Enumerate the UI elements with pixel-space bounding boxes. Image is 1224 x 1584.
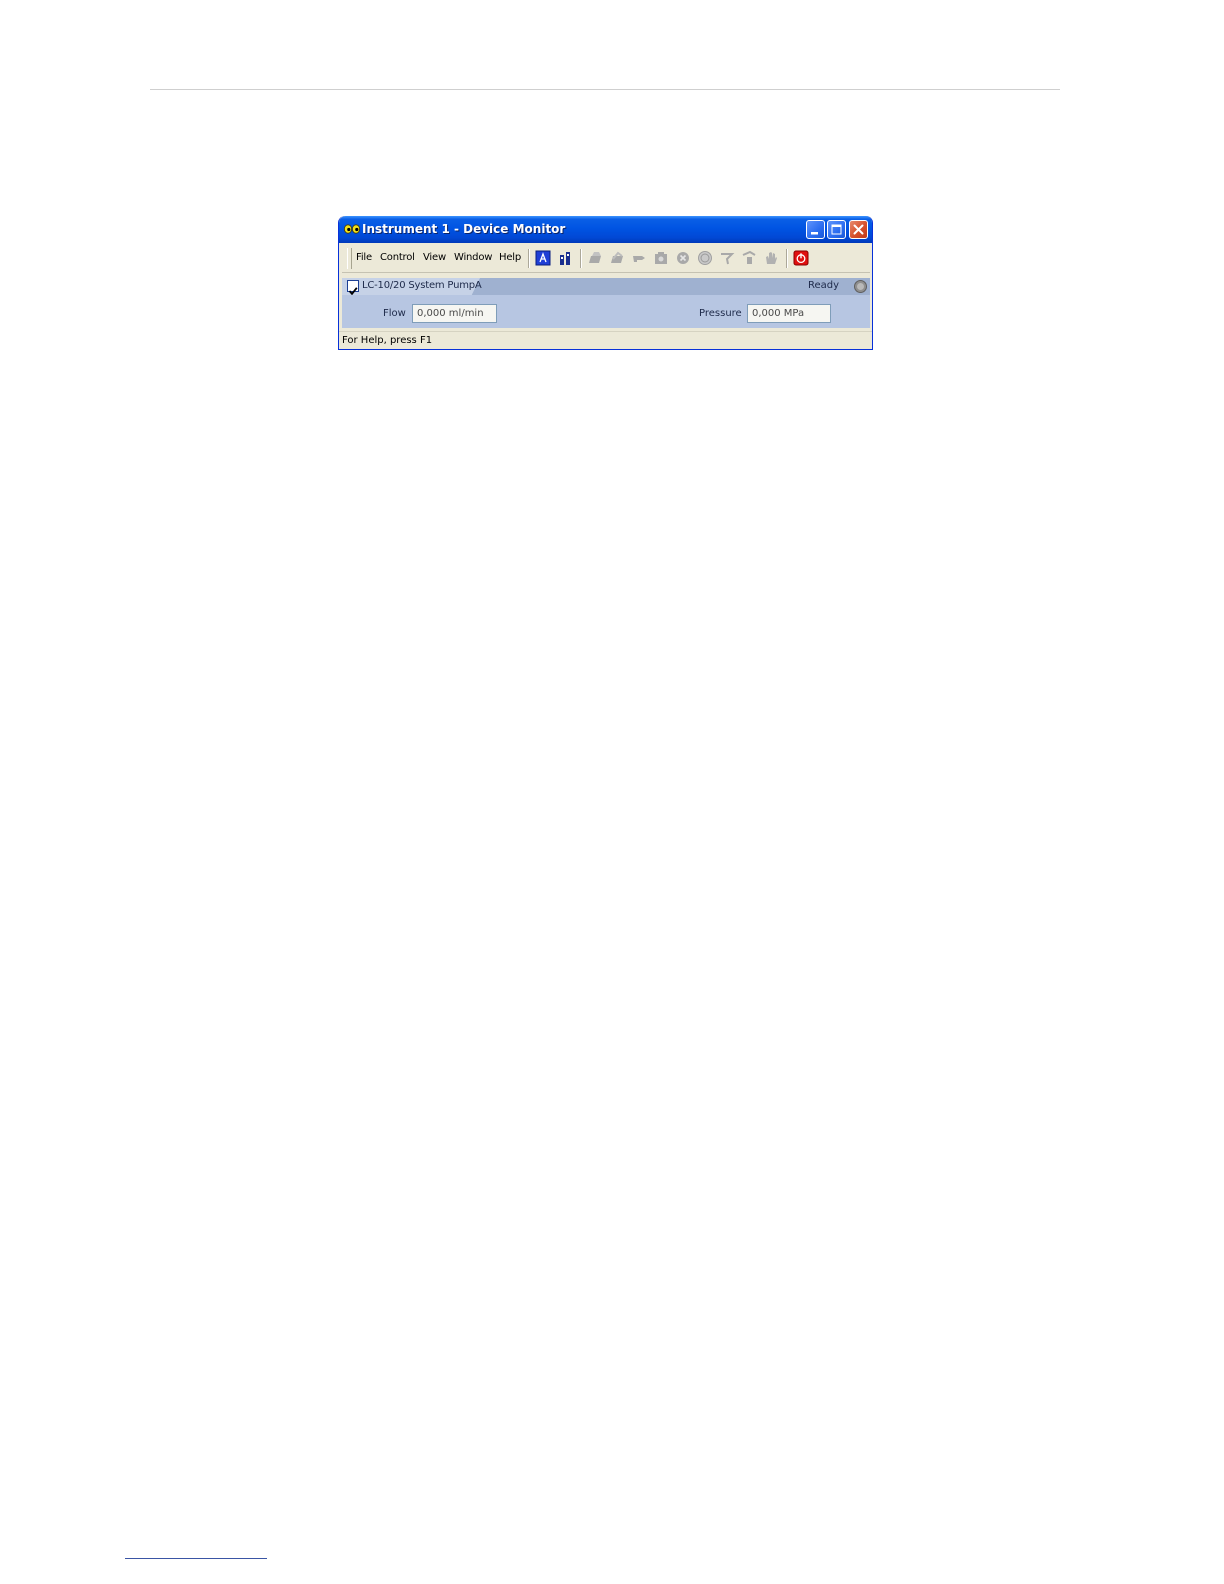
device-panel: Flow 0,000 ml/min Pressure 0,000 MPa <box>342 295 870 328</box>
status-led-icon <box>854 280 867 293</box>
standby-icon[interactable] <box>697 250 713 266</box>
app-eyes-icon <box>344 224 360 234</box>
power-icon[interactable] <box>793 250 809 266</box>
sampler-icon[interactable] <box>741 250 757 266</box>
status-bar: For Help, press F1 <box>339 331 872 349</box>
close-button[interactable] <box>849 220 868 239</box>
purge-icon[interactable] <box>719 250 735 266</box>
toolbar-separator <box>528 249 530 268</box>
menu-view[interactable]: View <box>423 252 446 263</box>
menu-help[interactable]: Help <box>499 252 521 263</box>
pointer-icon[interactable] <box>631 250 647 266</box>
window-title: Instrument 1 - Device Monitor <box>362 222 566 236</box>
pressure-field: 0,000 MPa <box>747 304 831 323</box>
menu-control[interactable]: Control <box>380 252 415 263</box>
flow-field: 0,000 ml/min <box>412 304 497 323</box>
close-icon <box>853 224 864 235</box>
toolbar-grip[interactable] <box>347 248 352 269</box>
menu-file[interactable]: File <box>356 252 372 263</box>
stop-icon[interactable] <box>675 250 691 266</box>
device-name: LC-10/20 System PumpA <box>362 280 482 291</box>
monitor-icon[interactable] <box>557 250 573 266</box>
toolbar-separator <box>580 249 582 268</box>
device-header: LC-10/20 System PumpA Ready <box>342 278 870 296</box>
pressure-label: Pressure <box>699 308 742 319</box>
camera-icon[interactable] <box>653 250 669 266</box>
maximize-icon <box>831 224 842 235</box>
menu-window[interactable]: Window <box>454 252 492 263</box>
menu-toolbar: File Control View Window Help <box>342 244 870 273</box>
auto-icon[interactable] <box>535 250 551 266</box>
flow-label: Flow <box>383 308 406 319</box>
minimize-icon <box>811 232 818 235</box>
page-bottom-rule <box>125 1558 267 1559</box>
title-bar[interactable]: Instrument 1 - Device Monitor <box>339 216 872 243</box>
maximize-button[interactable] <box>827 220 846 239</box>
upload-icon[interactable] <box>609 250 625 266</box>
hand-icon[interactable] <box>763 250 779 266</box>
page-top-rule <box>150 89 1060 90</box>
toolbar-separator <box>786 249 788 268</box>
status-bar-text: For Help, press F1 <box>342 335 433 346</box>
download-icon[interactable] <box>587 250 603 266</box>
device-monitor-window[interactable]: Instrument 1 - Device Monitor File Contr… <box>338 216 873 350</box>
device-status: Ready <box>808 280 840 291</box>
device-enable-checkbox[interactable] <box>347 280 359 296</box>
minimize-button[interactable] <box>806 220 825 239</box>
